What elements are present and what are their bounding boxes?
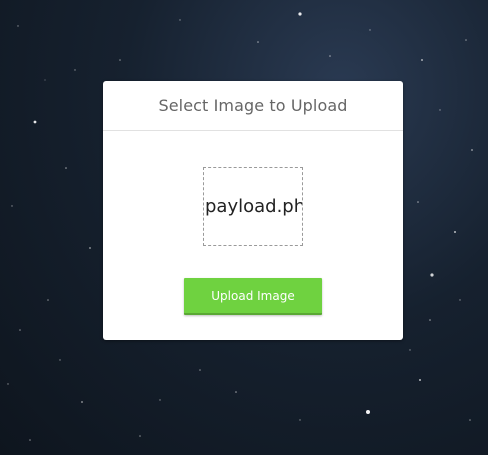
upload-panel: Select Image to Upload payload.php Uploa… — [103, 81, 403, 340]
panel-title: Select Image to Upload — [158, 96, 348, 115]
selected-file-name: payload.php — [205, 196, 302, 217]
upload-image-button[interactable]: Upload Image — [184, 278, 322, 315]
file-drop-zone[interactable]: payload.php — [203, 167, 303, 246]
panel-header: Select Image to Upload — [103, 81, 403, 131]
